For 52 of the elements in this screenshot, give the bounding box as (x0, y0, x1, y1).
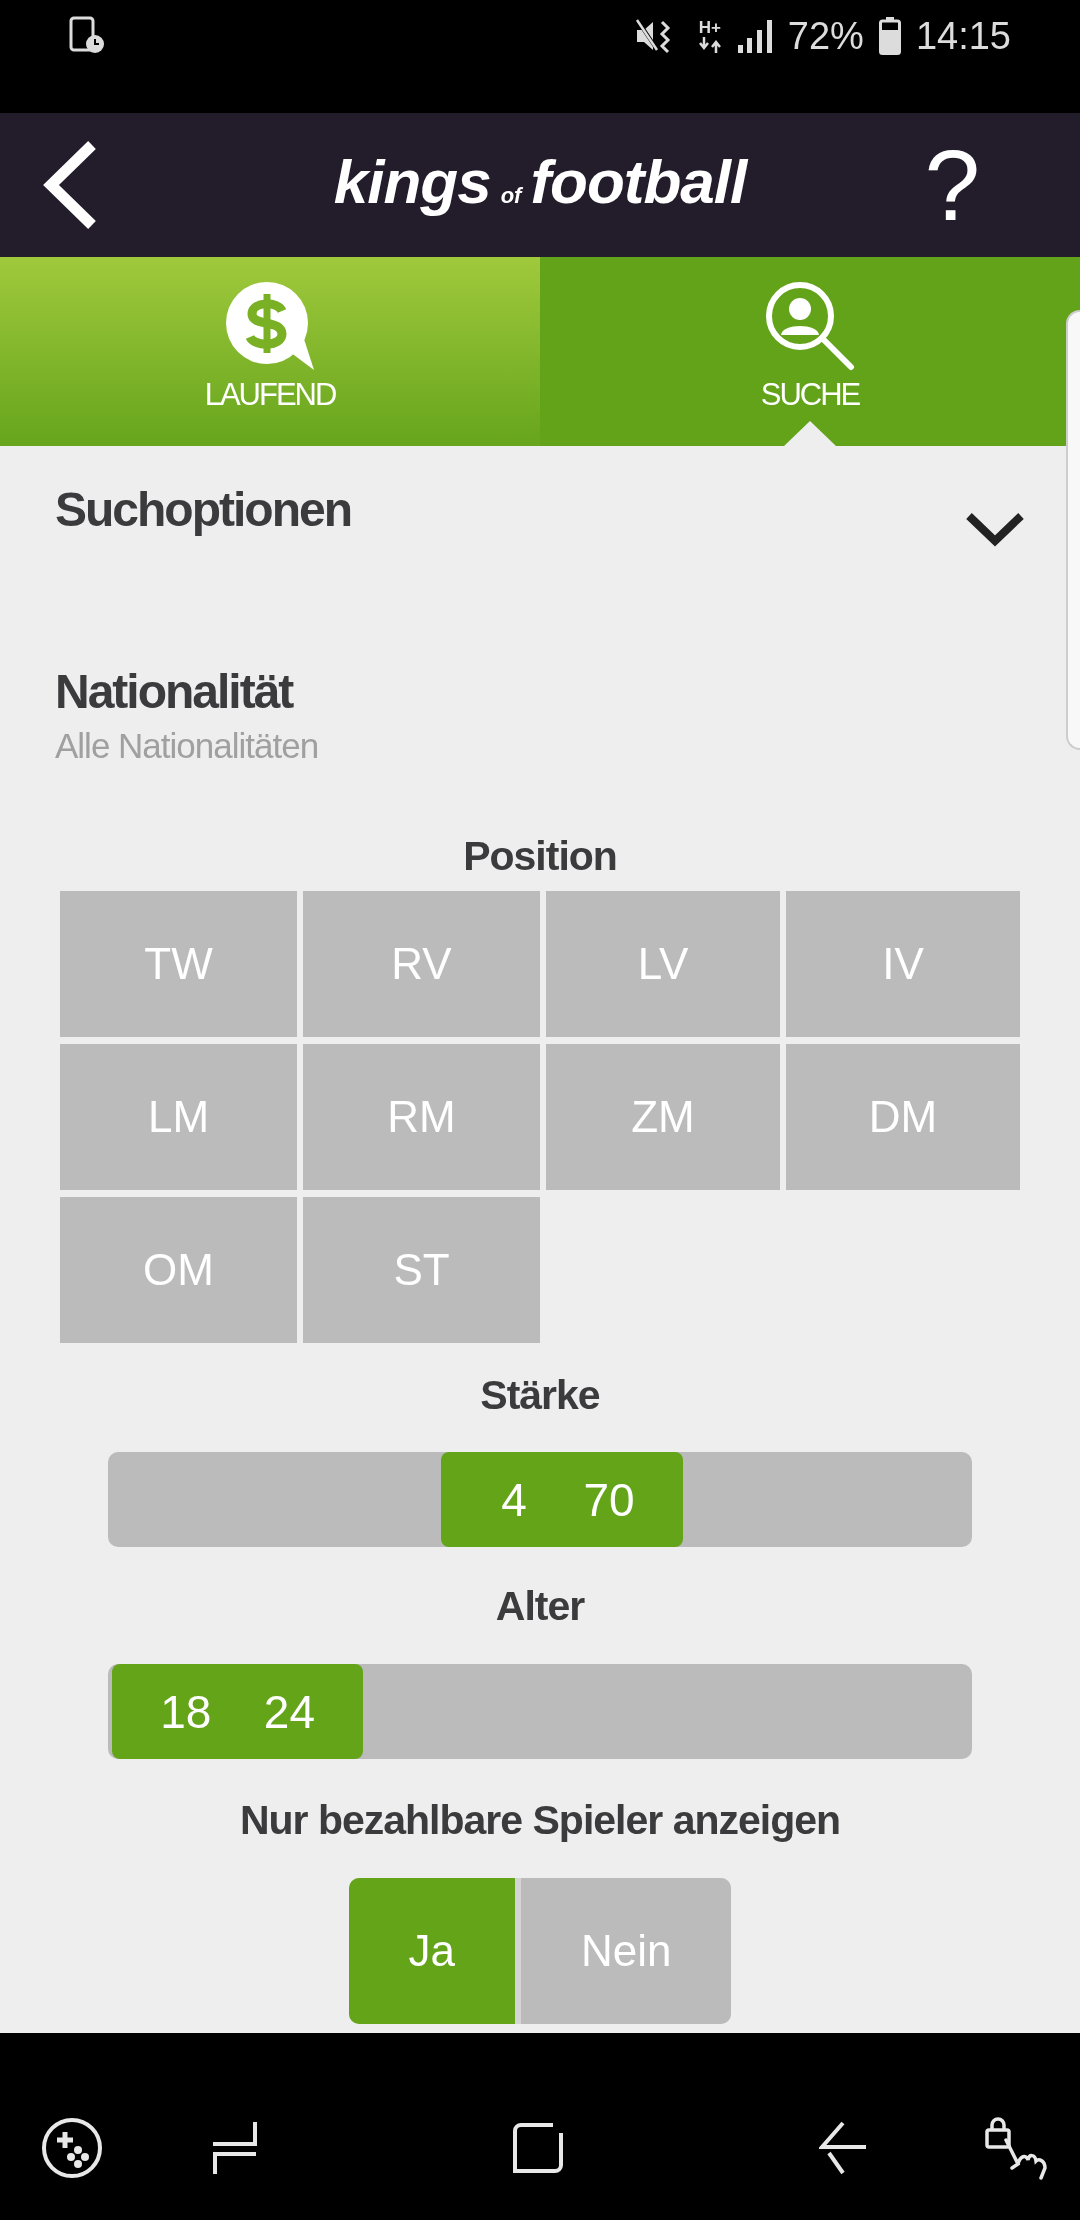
touch-lock-button[interactable] (984, 2115, 1048, 2180)
nationality-select[interactable]: Alle Nationalitäten (55, 724, 319, 768)
position-option[interactable]: DM (786, 1044, 1020, 1190)
touch-lock-icon (984, 2115, 1048, 2180)
range-slider-track[interactable]: 18 24 (108, 1664, 972, 1759)
position-option[interactable]: IV (786, 891, 1020, 1037)
slider-thumb-value[interactable]: 24 (263, 1688, 315, 1735)
mute-vibrate-icon (633, 17, 672, 55)
expand-button[interactable] (965, 511, 1025, 547)
position-option[interactable]: ZM (546, 1044, 780, 1190)
field-label: Stärke (480, 1371, 600, 1420)
slider-thumb-value[interactable]: 4 (501, 1476, 527, 1523)
field-label: Nationalität (55, 664, 293, 720)
section-title: Suchoptionen (55, 482, 351, 538)
position-option[interactable]: LM (60, 1044, 297, 1190)
position-option[interactable]: ST (303, 1197, 540, 1343)
field-label: Alter (495, 1582, 585, 1631)
help-button[interactable]: ? (924, 135, 980, 235)
tab[interactable]: SUCHE (540, 257, 1080, 446)
toggle-option[interactable]: Ja (348, 1878, 515, 2024)
position-option[interactable]: OM (60, 1197, 297, 1343)
chevron-down-icon (965, 511, 1025, 547)
user-search-icon (765, 281, 855, 371)
field-label: Position (463, 832, 617, 881)
clock-time: 14:15 (915, 16, 1011, 56)
data-arrows-icon (697, 37, 722, 53)
battery-icon (878, 17, 901, 55)
toggle-option[interactable]: Nein (521, 1878, 732, 2024)
game-controller-icon (41, 2116, 103, 2179)
slider-thumb-value[interactable]: 70 (583, 1476, 635, 1523)
dollar-speech-bubble-icon (224, 281, 316, 371)
position-option[interactable]: RM (303, 1044, 540, 1190)
signal-icon (736, 19, 773, 53)
tab[interactable]: LAUFEND (0, 257, 540, 446)
recents-icon (210, 2119, 258, 2176)
notification-icon (69, 16, 105, 54)
back-nav-button[interactable] (819, 2120, 867, 2175)
game-tools-button[interactable] (41, 2116, 103, 2179)
home-icon (513, 2122, 563, 2173)
range-slider-track[interactable]: 4 70 (108, 1452, 972, 1547)
network-type-label: H+ (698, 19, 721, 37)
recents-button[interactable] (210, 2119, 258, 2176)
battery-percentage: 72% (787, 16, 864, 56)
position-option[interactable]: TW (60, 891, 297, 1037)
field-label: Nur bezahlbare Spieler anzeigen (239, 1796, 841, 1845)
back-icon (819, 2120, 867, 2175)
home-button[interactable] (513, 2122, 563, 2173)
position-option[interactable]: RV (303, 891, 540, 1037)
tab-pointer-icon (784, 421, 836, 446)
edge-panel-handle[interactable] (1066, 310, 1080, 750)
position-option[interactable]: LV (546, 891, 780, 1037)
slider-thumb-value[interactable]: 18 (160, 1688, 212, 1735)
